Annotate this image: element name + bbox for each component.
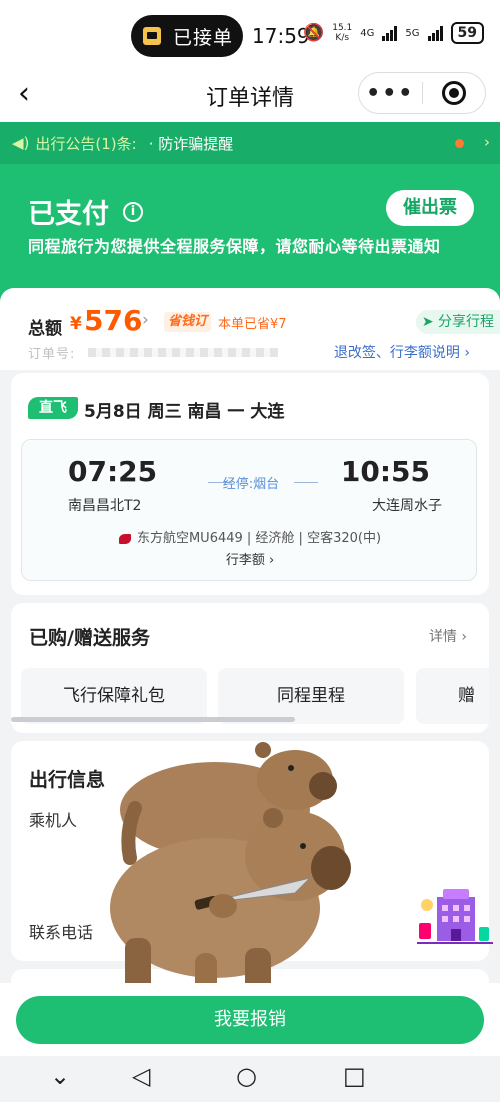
speed-value: 15.1 (332, 23, 353, 33)
miniapp-capsule: ••• (358, 72, 486, 114)
service-item[interactable]: 飞行保障礼包 (21, 668, 207, 724)
refund-policy-link[interactable]: 退改签、行李额说明 › (334, 342, 470, 362)
service-item[interactable]: 同程里程 (218, 668, 404, 724)
unread-dot (455, 139, 464, 148)
payment-status-title: 已支付 (28, 199, 109, 230)
order-icon (143, 27, 161, 45)
passenger-label: 乘机人 (29, 811, 78, 830)
arrival-airport: 大连周水子 (372, 498, 442, 514)
network-speed: 15.1 K/s (332, 23, 352, 43)
travel-info-title: 出行信息 (29, 769, 106, 791)
hotel-promo-icon[interactable] (415, 883, 495, 951)
arrival-time: 10:55 (340, 455, 430, 488)
departure-airport: 南昌昌北T2 (68, 498, 142, 514)
close-miniapp-button[interactable] (422, 81, 485, 105)
pill-label: 已接单 (173, 26, 234, 49)
signal-5g-label: 5G (405, 27, 420, 39)
capybara-sticker (110, 742, 351, 998)
route-line (294, 482, 318, 483)
horizontal-scrollbar[interactable] (11, 717, 295, 722)
services-card: 已购/赠送服务 详情 › 飞行保障礼包 同程里程 赠 (11, 603, 489, 733)
mute-icon: 🔕 (303, 23, 325, 43)
nav-bar: ‹ 订单详情 ••• (0, 70, 500, 122)
order-number-redacted (88, 348, 278, 357)
recent-apps-icon[interactable]: □ (343, 1062, 366, 1090)
system-navigation: ⌄ ◁ ○ □ (0, 1056, 500, 1102)
status-bar: 已接单 17:59 🔕 15.1 K/s 4G 5G 59 (0, 0, 500, 70)
status-header: ◀) 出行公告(1)条: · 防诈骗提醒 › 已支付 i 催出票 同程旅行为您提… (0, 122, 500, 312)
signal-bars-icon (382, 25, 398, 41)
flight-route: 5月8日 周三 南昌 一 大连 (84, 402, 285, 422)
chevron-right-icon[interactable]: › (142, 310, 149, 330)
notice-text: · 防诈骗提醒 (148, 134, 234, 153)
target-icon (441, 81, 466, 105)
airline-logo-icon (118, 533, 131, 544)
clock: 17:59 (252, 24, 310, 48)
home-circle-icon[interactable]: ○ (236, 1062, 257, 1090)
share-trip-button[interactable]: ➤ 分享行程 (415, 310, 500, 334)
speaker-icon: ◀) (12, 134, 30, 152)
total-label: 总额 (28, 319, 62, 339)
stopover-label: 经停:烟台 (222, 477, 280, 492)
more-icon[interactable]: ••• (359, 81, 422, 106)
signal-4g-label: 4G (360, 27, 375, 39)
airline-text: 东方航空MU6449 | 经济舱 | 空客320(中) (136, 531, 382, 546)
status-indicators: 🔕 15.1 K/s 4G 5G 59 (303, 22, 484, 44)
notice-title: 出行公告(1)条: (35, 134, 137, 153)
services-title: 已购/赠送服务 (29, 627, 150, 649)
battery-icon: 59 (450, 22, 484, 44)
currency-symbol: ¥ (70, 314, 82, 334)
order-status-pill[interactable]: 已接单 (131, 15, 243, 57)
order-number-label: 订单号: (28, 347, 76, 362)
urge-ticket-button[interactable]: 催出票 (386, 190, 474, 226)
status-description: 同程旅行为您提供全程服务保障，请您耐心等待出票通知 (28, 237, 441, 256)
flight-detail-box[interactable]: 07:25 经停:烟台 10:55 南昌昌北T2 大连周水子 东方航空MU644… (21, 439, 477, 581)
bottom-action-bar: 我要报销 (0, 983, 500, 1056)
payment-status: 已支付 i (28, 192, 143, 231)
notice-bar[interactable]: ◀) 出行公告(1)条: · 防诈骗提醒 › (0, 122, 500, 164)
direct-flight-tag: 直飞 (28, 397, 78, 419)
total-card: 总额 ¥ 576 › 省钱订 本单已省¥7 ➤ 分享行程 订单号: 退改签、行李… (0, 288, 500, 370)
save-badge: 省钱订 (164, 312, 212, 332)
baggage-link[interactable]: 行李额 › (22, 549, 478, 568)
reimburse-button[interactable]: 我要报销 (16, 996, 484, 1044)
signal-bars-icon (427, 25, 443, 41)
saved-amount: 本单已省¥7 (218, 317, 287, 332)
send-icon: ➤ (421, 314, 438, 330)
chevron-down-icon[interactable]: ⌄ (50, 1062, 70, 1090)
chevron-right-icon: › (484, 133, 490, 151)
share-label: 分享行程 (438, 314, 494, 330)
airline-info: 东方航空MU6449 | 经济舱 | 空客320(中) (22, 527, 478, 546)
total-amount[interactable]: 576 (84, 304, 142, 337)
back-triangle-icon[interactable]: ◁ (132, 1062, 150, 1090)
departure-time: 07:25 (68, 455, 158, 488)
contact-phone-label: 联系电话 (29, 923, 94, 942)
service-item[interactable]: 赠 (416, 668, 489, 724)
info-icon[interactable]: i (123, 201, 143, 222)
services-detail-link[interactable]: 详情 › (429, 626, 467, 646)
flight-card: 直飞 5月8日 周三 南昌 一 大连 07:25 经停:烟台 10:55 南昌昌… (11, 373, 489, 595)
speed-unit: K/s (335, 33, 350, 43)
